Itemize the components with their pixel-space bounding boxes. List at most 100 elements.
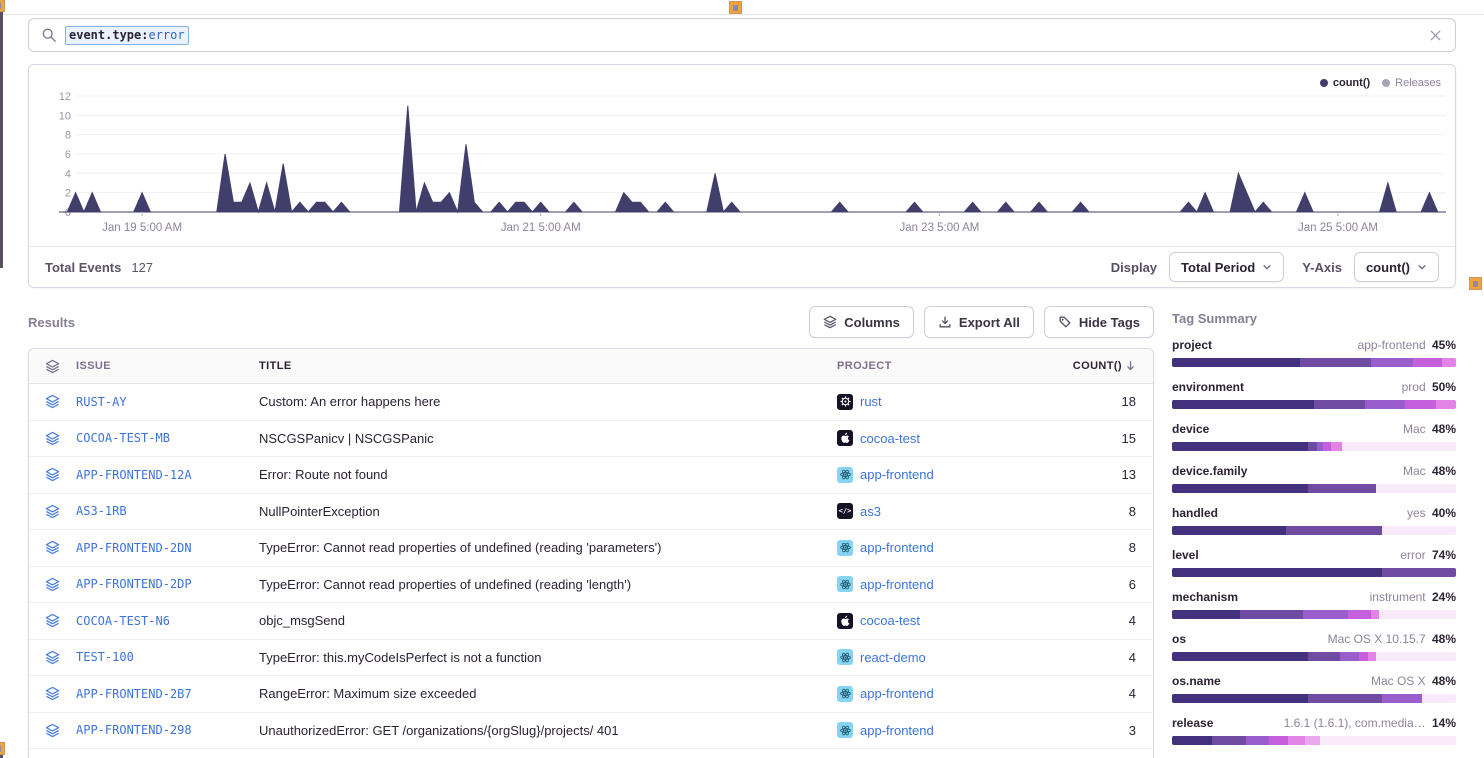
tag-bar-segment [1379,610,1456,619]
events-area-chart[interactable]: 024681012Jan 19 5:00 AMJan 21 5:00 AMJan… [29,65,1455,248]
tag-bar-segment [1172,484,1308,493]
header-project[interactable]: PROJECT [837,360,1043,372]
project-link[interactable]: app-frontend [860,723,934,738]
issue-link[interactable]: RUST-AY [76,395,127,409]
tag-distribution-bar[interactable] [1172,400,1456,409]
legend-item-releases[interactable]: Releases [1382,77,1441,89]
project-cell[interactable]: cocoa-test [837,430,1043,446]
project-cell[interactable]: app-frontend [837,540,1043,556]
issue-stack-icon[interactable] [29,467,76,482]
tag-distribution-bar[interactable] [1172,484,1456,493]
hide-tags-button[interactable]: Hide Tags [1044,306,1154,338]
project-link[interactable]: app-frontend [860,577,934,592]
issue-link[interactable]: COCOA-TEST-MB [76,431,170,445]
table-row: COCOA-TEST-N6 objc_msgSend cocoa-test 4 [29,603,1153,640]
tag-distribution-bar[interactable] [1172,694,1456,703]
tag-distribution-bar[interactable] [1172,736,1456,745]
tag-top-value: instrument [1370,590,1429,604]
tag-name: level [1172,548,1199,562]
issue-stack-icon[interactable] [29,650,76,665]
clear-search-icon[interactable] [1428,28,1443,43]
project-cell[interactable]: react-demo [837,649,1043,665]
project-cell[interactable]: app-frontend [837,467,1043,483]
selection-handle-bottom-left[interactable] [0,742,5,755]
project-link[interactable]: react-demo [860,650,926,665]
rust-project-icon [837,394,853,410]
tag-percentage: 48% [1432,674,1456,688]
export-all-button[interactable]: Export All [924,306,1034,338]
issue-stack-icon[interactable] [29,577,76,592]
header-issue[interactable]: ISSUE [76,360,259,372]
selection-handle-right-middle[interactable] [1469,277,1482,290]
search-query-token[interactable]: event.type:error [65,26,189,45]
results-title: Results [28,315,75,330]
tag-name: project [1172,338,1212,352]
issue-stack-icon[interactable] [29,686,76,701]
tag-distribution-bar[interactable] [1172,526,1456,535]
tag-distribution-bar[interactable] [1172,568,1456,577]
selection-handle-top-center[interactable] [729,1,742,14]
project-link[interactable]: cocoa-test [860,431,920,446]
tag-summary-item: handled yes 40% [1172,506,1456,535]
issue-link[interactable]: APP-FRONTEND-2DP [76,577,192,591]
tag-bar-segment [1172,526,1286,535]
search-bar[interactable]: event.type:error [28,18,1456,52]
issue-stack-icon[interactable] [29,723,76,738]
issue-title: RangeError: Maximum size exceeded [259,686,837,701]
issue-link[interactable]: APP-FRONTEND-298 [76,723,192,737]
table-row: APP-FRONTEND-2DP TypeError: Cannot read … [29,567,1153,604]
tag-distribution-bar[interactable] [1172,652,1456,661]
tag-bar-segment [1172,568,1382,577]
legend-item-count[interactable]: count() [1320,77,1370,89]
project-link[interactable]: app-frontend [860,686,934,701]
issue-link[interactable]: APP-FRONTEND-2B7 [76,687,192,701]
issue-stack-icon[interactable] [29,540,76,555]
issue-link[interactable]: APP-FRONTEND-12A [76,468,192,482]
svg-text:Jan 23 5:00 AM: Jan 23 5:00 AM [899,222,979,234]
tag-bar-segment [1172,358,1300,367]
issue-stack-icon[interactable] [29,394,76,409]
export-all-button-label: Export All [959,315,1020,330]
project-link[interactable]: app-frontend [860,540,934,555]
issue-link[interactable]: APP-FRONTEND-2DN [76,541,192,555]
issue-link[interactable]: TEST-100 [76,650,134,664]
tag-name: release [1172,716,1213,730]
project-cell[interactable]: app-frontend [837,722,1043,738]
project-link[interactable]: rust [860,394,882,409]
tag-distribution-bar[interactable] [1172,442,1456,451]
tag-bar-segment [1371,610,1380,619]
tag-icon [1058,315,1072,329]
issue-title: UnauthorizedError: GET /organizations/{o… [259,723,837,738]
issue-link[interactable]: AS3-1RB [76,504,127,518]
project-cell[interactable]: app-frontend [837,686,1043,702]
count-value: 8 [1043,540,1153,555]
code-project-icon: </> [837,503,853,519]
header-title[interactable]: TITLE [259,360,837,372]
project-cell[interactable]: app-frontend [837,576,1043,592]
display-dropdown[interactable]: Total Period [1169,252,1284,282]
tag-top-value: app-frontend [1358,338,1429,352]
tag-percentage: 40% [1432,506,1456,520]
columns-button[interactable]: Columns [809,306,914,338]
issue-stack-icon[interactable] [29,504,76,519]
issue-stack-icon[interactable] [29,613,76,628]
project-link[interactable]: app-frontend [860,467,934,482]
tag-percentage: 24% [1432,590,1456,604]
project-cell[interactable]: rust [837,394,1043,410]
columns-button-label: Columns [844,315,900,330]
svg-text:Jan 25 5:00 AM: Jan 25 5:00 AM [1298,222,1378,234]
issue-stack-icon[interactable] [29,431,76,446]
issue-link[interactable]: COCOA-TEST-N6 [76,614,170,628]
tag-distribution-bar[interactable] [1172,610,1456,619]
header-count[interactable]: COUNT() [1043,360,1153,372]
selection-handle-top-left[interactable] [0,0,5,12]
y-axis-dropdown[interactable]: count() [1354,252,1439,282]
tag-distribution-bar[interactable] [1172,358,1456,367]
project-cell[interactable]: </> as3 [837,503,1043,519]
header-stack-icon[interactable] [29,359,76,374]
project-link[interactable]: cocoa-test [860,613,920,628]
project-cell[interactable]: cocoa-test [837,613,1043,629]
project-link[interactable]: as3 [860,504,881,519]
chart-legend: count() Releases [1320,77,1441,89]
tag-bar-segment [1382,694,1422,703]
